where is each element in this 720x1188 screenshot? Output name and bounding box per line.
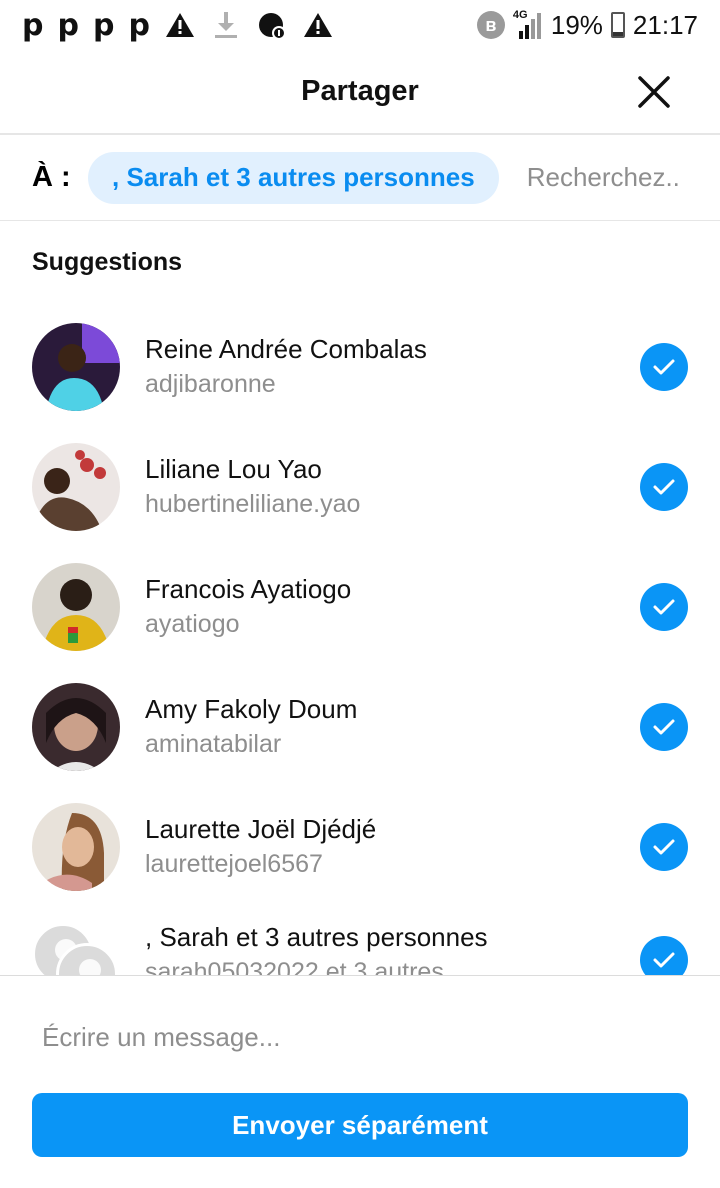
suggestion-name: Laurette Joël Djédjé [145, 814, 377, 844]
suggestion-username: ayatiogo [145, 610, 240, 638]
warning-icon [302, 10, 334, 40]
status-bar-notifications: p p p p [22, 8, 334, 43]
status-bar: p p p p ʙ 4G 19% 21:17 [0, 0, 720, 50]
download-icon [210, 10, 242, 40]
warning-icon [164, 10, 196, 40]
suggestion-username: adjibaronne [145, 370, 276, 398]
suggestion-username: laurettejoel6567 [145, 850, 323, 878]
avatar [32, 803, 120, 891]
suggestion-username: sarah05032022 et 3 autres [145, 958, 444, 976]
message-input[interactable] [40, 1016, 684, 1058]
p-notification-icon: p [22, 7, 44, 43]
data-saver-icon [256, 10, 288, 40]
list-item[interactable]: Reine Andrée Combalas adjibaronne [0, 306, 720, 426]
suggestion-name: Liliane Lou Yao [145, 454, 322, 484]
recipient-label: À : [32, 161, 71, 193]
selected-check-button[interactable] [640, 703, 688, 751]
suggestion-username: hubertineliliane.yao [145, 490, 361, 518]
selected-check-button[interactable] [640, 823, 688, 871]
p-notification-icon: p [92, 7, 115, 43]
battery-percent: 19% [550, 9, 603, 40]
recipient-row: À : , Sarah et 3 autres personnes [0, 135, 720, 221]
suggestion-username: aminatabilar [145, 730, 282, 758]
page-title: Partager [301, 75, 419, 107]
clock: 21:17 [632, 9, 698, 40]
checkmark-icon [653, 839, 675, 855]
bluetooth-icon: ʙ [476, 11, 505, 39]
checkmark-icon [653, 479, 675, 495]
suggestion-name: Francois Ayatiogo [145, 574, 352, 604]
avatar [32, 443, 120, 531]
selected-check-button[interactable] [640, 583, 688, 631]
network-type: 4G [512, 9, 528, 21]
close-button[interactable] [634, 72, 674, 112]
signal-icon: 4G [512, 9, 543, 39]
share-header: Partager [0, 50, 720, 135]
checkmark-icon [653, 719, 675, 735]
status-bar-system: ʙ 4G 19% 21:17 [476, 9, 698, 41]
list-item[interactable]: Francois Ayatiogo ayatiogo [0, 546, 720, 666]
suggestion-name: , Sarah et 3 autres personnes [145, 922, 488, 952]
suggestion-name: Reine Andrée Combalas [145, 334, 427, 364]
p-notification-icon: p [57, 7, 79, 43]
list-item[interactable]: Laurette Joël Djédjé laurettejoel6567 [0, 786, 720, 906]
composer: Envoyer séparément [0, 975, 720, 1188]
selected-check-button[interactable] [640, 936, 688, 976]
avatar [32, 323, 120, 411]
group-avatar [32, 923, 122, 976]
selected-check-button[interactable] [640, 343, 688, 391]
suggestion-name: Amy Fakoly Doum [145, 694, 358, 724]
p-notification-icon: p [128, 7, 150, 43]
checkmark-icon [653, 952, 675, 968]
recipient-search-input[interactable] [524, 161, 699, 194]
battery-icon [610, 12, 625, 38]
checkmark-icon [653, 359, 675, 375]
checkmark-icon [653, 599, 675, 615]
close-icon [638, 76, 670, 108]
suggestions-list[interactable]: Reine Andrée Combalas adjibaronne Lilian… [0, 306, 720, 976]
list-item[interactable]: , Sarah et 3 autres personnes sarah05032… [0, 906, 720, 976]
send-separately-button[interactable]: Envoyer séparément [32, 1093, 688, 1157]
list-item[interactable]: Liliane Lou Yao hubertineliliane.yao [0, 426, 720, 546]
list-item[interactable]: Amy Fakoly Doum aminatabilar [0, 666, 720, 786]
avatar [32, 683, 120, 771]
avatar [32, 563, 120, 651]
selected-check-button[interactable] [640, 463, 688, 511]
suggestions-heading: Suggestions [32, 248, 183, 276]
recipient-chip[interactable]: , Sarah et 3 autres personnes [88, 151, 499, 204]
